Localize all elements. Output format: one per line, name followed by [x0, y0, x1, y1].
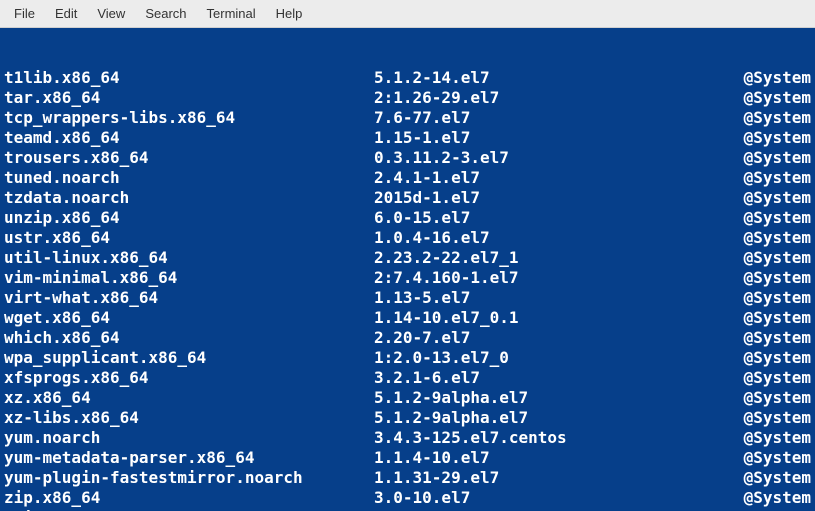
package-repo: @System — [724, 368, 811, 388]
package-version: 6.0-15.el7 — [374, 208, 724, 228]
package-version: 1.1.4-10.el7 — [374, 448, 724, 468]
package-repo: @System — [724, 268, 811, 288]
package-name: t1lib.x86_64 — [4, 68, 374, 88]
package-row: virt-what.x86_641.13-5.el7@System — [4, 288, 811, 308]
package-version: 3.4.3-125.el7.centos — [374, 428, 724, 448]
package-name: unzip.x86_64 — [4, 208, 374, 228]
package-name: which.x86_64 — [4, 328, 374, 348]
package-repo: @System — [724, 388, 811, 408]
package-row: tzdata.noarch2015d-1.el7@System — [4, 188, 811, 208]
package-row: yum-metadata-parser.x86_641.1.4-10.el7@S… — [4, 448, 811, 468]
package-version: 5.1.2-9alpha.el7 — [374, 408, 724, 428]
package-name: yum-plugin-fastestmirror.noarch — [4, 468, 374, 488]
package-name: ustr.x86_64 — [4, 228, 374, 248]
package-version: 2:1.26-29.el7 — [374, 88, 724, 108]
package-row: util-linux.x86_642.23.2-22.el7_1@System — [4, 248, 811, 268]
package-name: tzdata.noarch — [4, 188, 374, 208]
package-version: 5.1.2-14.el7 — [374, 68, 724, 88]
package-name: tcp_wrappers-libs.x86_64 — [4, 108, 374, 128]
package-repo: @System — [724, 68, 811, 88]
package-repo: @System — [724, 108, 811, 128]
package-row: wpa_supplicant.x86_641:2.0-13.el7_0@Syst… — [4, 348, 811, 368]
package-repo: @System — [724, 168, 811, 188]
menu-terminal[interactable]: Terminal — [197, 2, 266, 25]
package-name: yum.noarch — [4, 428, 374, 448]
package-version: 2:7.4.160-1.el7 — [374, 268, 724, 288]
package-repo: @System — [724, 248, 811, 268]
package-version: 2015d-1.el7 — [374, 188, 724, 208]
package-repo: @System — [724, 228, 811, 248]
package-name: xfsprogs.x86_64 — [4, 368, 374, 388]
package-repo: @System — [724, 148, 811, 168]
package-row: unzip.x86_646.0-15.el7@System — [4, 208, 811, 228]
package-name: util-linux.x86_64 — [4, 248, 374, 268]
package-version: 5.1.2-9alpha.el7 — [374, 388, 724, 408]
package-row: teamd.x86_641.15-1.el7@System — [4, 128, 811, 148]
package-row: vim-minimal.x86_642:7.4.160-1.el7@System — [4, 268, 811, 288]
package-row: trousers.x86_640.3.11.2-3.el7@System — [4, 148, 811, 168]
package-version: 2.20-7.el7 — [374, 328, 724, 348]
package-repo: @System — [724, 128, 811, 148]
package-version: 1.0.4-16.el7 — [374, 228, 724, 248]
package-repo: @System — [724, 348, 811, 368]
package-row: yum-plugin-fastestmirror.noarch1.1.31-29… — [4, 468, 811, 488]
package-row: zip.x86_643.0-10.el7@System — [4, 488, 811, 508]
package-version: 2.23.2-22.el7_1 — [374, 248, 724, 268]
package-repo: @System — [724, 208, 811, 228]
package-repo: @System — [724, 88, 811, 108]
package-row: wget.x86_641.14-10.el7_0.1@System — [4, 308, 811, 328]
package-name: xz-libs.x86_64 — [4, 408, 374, 428]
menu-file[interactable]: File — [4, 2, 45, 25]
menu-edit[interactable]: Edit — [45, 2, 87, 25]
package-name: teamd.x86_64 — [4, 128, 374, 148]
package-repo: @System — [724, 468, 811, 488]
package-version: 1.13-5.el7 — [374, 288, 724, 308]
menu-view[interactable]: View — [87, 2, 135, 25]
package-name: xz.x86_64 — [4, 388, 374, 408]
package-repo: @System — [724, 188, 811, 208]
menu-help[interactable]: Help — [266, 2, 313, 25]
package-repo: @System — [724, 428, 811, 448]
package-row: t1lib.x86_645.1.2-14.el7@System — [4, 68, 811, 88]
package-version: 1.1.31-29.el7 — [374, 468, 724, 488]
package-version: 1.14-10.el7_0.1 — [374, 308, 724, 328]
package-name: yum-metadata-parser.x86_64 — [4, 448, 374, 468]
package-name: wpa_supplicant.x86_64 — [4, 348, 374, 368]
package-row: xz.x86_645.1.2-9alpha.el7@System — [4, 388, 811, 408]
package-version: 3.0-10.el7 — [374, 488, 724, 508]
package-row: which.x86_642.20-7.el7@System — [4, 328, 811, 348]
package-name: vim-minimal.x86_64 — [4, 268, 374, 288]
package-name: trousers.x86_64 — [4, 148, 374, 168]
package-version: 1.15-1.el7 — [374, 128, 724, 148]
package-repo: @System — [724, 328, 811, 348]
package-version: 1:2.0-13.el7_0 — [374, 348, 724, 368]
package-row: xfsprogs.x86_643.2.1-6.el7@System — [4, 368, 811, 388]
package-repo: @System — [724, 488, 811, 508]
package-repo: @System — [724, 288, 811, 308]
menubar: File Edit View Search Terminal Help — [0, 0, 815, 28]
package-row: xz-libs.x86_645.1.2-9alpha.el7@System — [4, 408, 811, 428]
package-row: tuned.noarch2.4.1-1.el7@System — [4, 168, 811, 188]
menu-search[interactable]: Search — [135, 2, 196, 25]
package-name: tuned.noarch — [4, 168, 374, 188]
package-repo: @System — [724, 308, 811, 328]
package-row: ustr.x86_641.0.4-16.el7@System — [4, 228, 811, 248]
package-row: tar.x86_642:1.26-29.el7@System — [4, 88, 811, 108]
package-repo: @System — [724, 408, 811, 428]
terminal-output[interactable]: t1lib.x86_645.1.2-14.el7@Systemtar.x86_6… — [0, 28, 815, 511]
package-version: 2.4.1-1.el7 — [374, 168, 724, 188]
package-row: tcp_wrappers-libs.x86_647.6-77.el7@Syste… — [4, 108, 811, 128]
package-name: zip.x86_64 — [4, 488, 374, 508]
package-name: tar.x86_64 — [4, 88, 374, 108]
package-row: yum.noarch3.4.3-125.el7.centos@System — [4, 428, 811, 448]
package-version: 0.3.11.2-3.el7 — [374, 148, 724, 168]
package-repo: @System — [724, 448, 811, 468]
package-version: 7.6-77.el7 — [374, 108, 724, 128]
package-name: wget.x86_64 — [4, 308, 374, 328]
package-version: 3.2.1-6.el7 — [374, 368, 724, 388]
package-name: virt-what.x86_64 — [4, 288, 374, 308]
